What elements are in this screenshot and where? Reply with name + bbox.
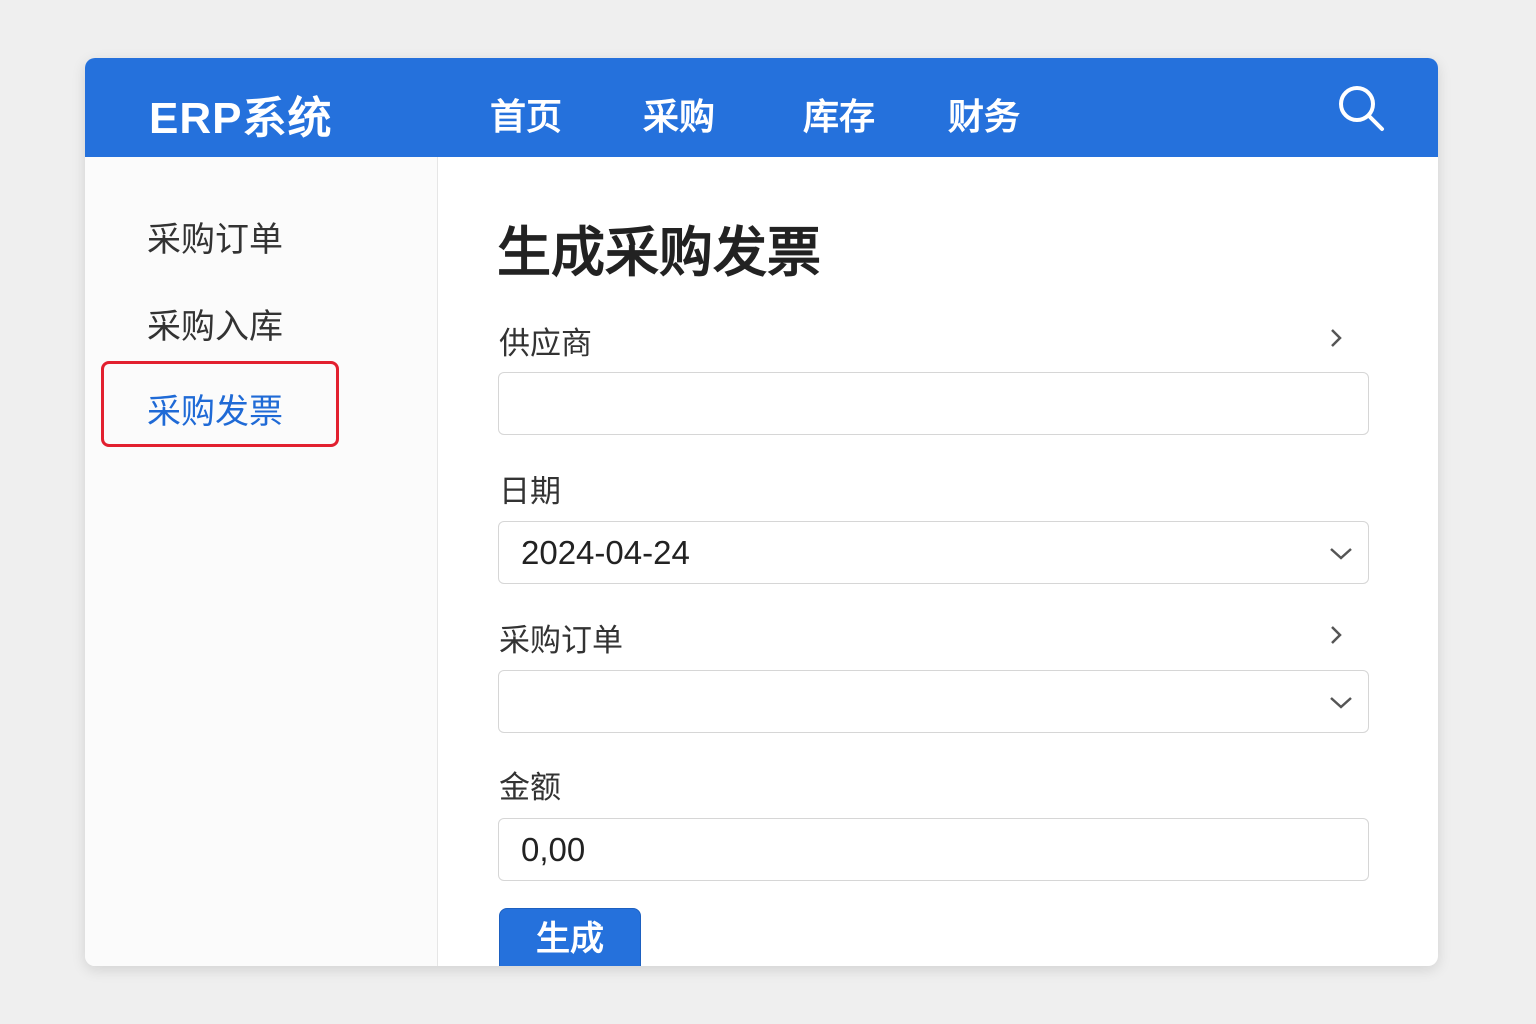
date-value: 2024-04-24: [521, 534, 690, 571]
purchase-order-select[interactable]: [498, 670, 1369, 733]
purchase-order-label: 采购订单: [499, 623, 623, 658]
sidebar-item-purchase-orders[interactable]: 采购订单: [147, 212, 283, 261]
page-title: 生成采购发票: [497, 223, 821, 283]
amount-input[interactable]: 0,00: [498, 818, 1369, 881]
sidebar: 采购订单 采购入库 采购发票: [85, 157, 438, 966]
top-nav-bar: ERP系统 首页 采购 库存 财务: [85, 58, 1438, 157]
chevron-right-icon[interactable]: [1325, 624, 1347, 646]
app-logo: ERP系统: [149, 94, 333, 143]
chevron-down-icon: [1330, 697, 1352, 709]
nav-home[interactable]: 首页: [490, 88, 562, 140]
date-select[interactable]: 2024-04-24: [498, 521, 1369, 584]
date-label: 日期: [499, 474, 561, 509]
sidebar-item-purchase-invoices[interactable]: 采购发票: [147, 384, 283, 433]
supplier-input[interactable]: [498, 372, 1369, 435]
generate-button[interactable]: 生成: [499, 908, 641, 966]
nav-inventory[interactable]: 库存: [803, 88, 875, 140]
sidebar-item-purchase-receipts[interactable]: 采购入库: [147, 299, 283, 348]
search-icon[interactable]: [1337, 84, 1385, 132]
nav-purchase[interactable]: 采购: [643, 88, 715, 140]
chevron-down-icon: [1330, 548, 1352, 560]
supplier-label: 供应商: [499, 326, 592, 361]
chevron-right-icon[interactable]: [1325, 327, 1347, 349]
nav-finance[interactable]: 财务: [948, 88, 1020, 140]
amount-label: 金额: [499, 770, 561, 805]
app-window: ERP系统 首页 采购 库存 财务 采购订单 采购入库 采购发票 生成采购发票 …: [85, 58, 1438, 966]
